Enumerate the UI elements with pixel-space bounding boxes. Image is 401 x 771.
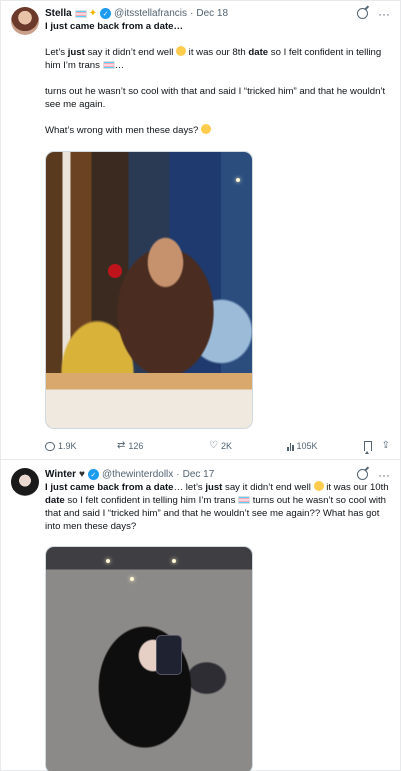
bookmark-icon[interactable] <box>363 441 372 454</box>
tweet-date[interactable]: Dec 17 <box>183 469 215 480</box>
text-run-bold: date <box>248 47 269 58</box>
more-icon[interactable]: ··· <box>378 469 390 481</box>
views-count: 105K <box>296 441 318 451</box>
light-shape <box>172 559 176 563</box>
sweat-smile-emoji-icon <box>176 46 187 56</box>
grok-icon[interactable] <box>357 8 368 19</box>
author-handle[interactable]: @thewinterdollx <box>102 469 173 480</box>
tweet-header: Winter ♥ ✓ @thewinterdollx · Dec 17 ··· <box>45 468 390 481</box>
repost-count: 126 <box>128 441 144 451</box>
text-run-bold: I just came back from a date <box>45 482 174 493</box>
tweet-text: I just came back from a date… let’s just… <box>45 481 390 533</box>
black-heart-icon: ♥ <box>79 469 85 480</box>
repost-button[interactable]: ⇄ 126 <box>117 440 189 452</box>
views-button[interactable]: 105K <box>287 441 347 451</box>
author-name[interactable]: Stella <box>45 8 72 19</box>
grok-icon[interactable] <box>357 469 368 480</box>
text-run: … <box>114 60 125 71</box>
views-icon <box>287 442 294 451</box>
text-run: … let’s <box>173 482 206 493</box>
tweet-photo[interactable] <box>45 546 253 771</box>
author-name[interactable]: Winter <box>45 469 76 480</box>
tweet-actions: 1.9K ⇄ 126 ♡ 2K 105K ⇪ <box>45 439 390 454</box>
separator-dot: · <box>190 8 194 19</box>
heart-icon: ♡ <box>209 440 218 451</box>
share-icon[interactable]: ⇪ <box>382 441 390 451</box>
tweet-header: Stella ✦ ✓ @itsstellafrancis · Dec 18 ··… <box>45 7 390 20</box>
more-icon[interactable]: ··· <box>378 8 390 20</box>
timeline: Stella ✦ ✓ @itsstellafrancis · Dec 18 ··… <box>0 0 401 771</box>
tweet-content: Stella ✦ ✓ @itsstellafrancis · Dec 18 ··… <box>45 7 390 137</box>
rose-shape <box>108 264 122 278</box>
text-run-bold: just <box>67 47 85 58</box>
tweet-headline: I just came back from a date… <box>45 21 184 32</box>
tweet-paragraph: turns out he wasn’t so cool with that an… <box>45 86 386 110</box>
text-run: Let’s <box>45 47 68 58</box>
sweat-smile-emoji-icon <box>313 481 324 491</box>
phone-shape <box>156 635 182 675</box>
tweet-date[interactable]: Dec 18 <box>196 8 228 19</box>
repost-icon: ⇄ <box>117 440 126 451</box>
trans-flag-icon <box>238 496 251 504</box>
reply-count: 1.9K <box>58 441 77 451</box>
text-run: say it didn’t end well <box>222 482 314 493</box>
sparkles-icon: ✦ <box>88 8 98 19</box>
author-handle[interactable]: @itsstellafrancis <box>114 8 187 19</box>
light-shape <box>106 559 110 563</box>
tweet-stella[interactable]: Stella ✦ ✓ @itsstellafrancis · Dec 18 ··… <box>1 1 400 460</box>
text-run: so I felt confident in telling him I’m t… <box>64 495 239 506</box>
text-run: it was our 10th <box>323 482 389 493</box>
avatar[interactable] <box>11 468 39 496</box>
reply-button[interactable]: 1.9K <box>45 441 93 451</box>
verified-badge-icon[interactable]: ✓ <box>100 8 112 19</box>
tweet-winter[interactable]: Winter ♥ ✓ @thewinterdollx · Dec 17 ··· … <box>1 461 400 771</box>
tweet-photo[interactable] <box>45 151 253 429</box>
tweet-paragraph: What’s wrong with men these days? <box>45 125 202 136</box>
light-shape <box>236 178 240 182</box>
sad-face-emoji-icon <box>201 124 212 134</box>
text-run: it was our 8th <box>186 47 249 58</box>
reply-icon <box>45 441 55 451</box>
trans-flag-icon <box>74 9 87 18</box>
tweet-content: Winter ♥ ✓ @thewinterdollx · Dec 17 ··· … <box>45 468 390 533</box>
avatar[interactable] <box>11 7 39 35</box>
verified-badge-icon[interactable]: ✓ <box>87 469 99 480</box>
text-run: say it didn’t end well <box>84 47 177 58</box>
separator-dot: · <box>176 469 180 480</box>
trans-flag-icon <box>102 61 115 69</box>
like-button[interactable]: ♡ 2K <box>209 440 257 452</box>
like-count: 2K <box>220 441 232 451</box>
text-run-bold: just <box>205 482 223 493</box>
light-shape <box>130 577 134 581</box>
tweet-text: I just came back from a date… Let’s just… <box>45 20 390 137</box>
text-run-bold: date <box>45 495 65 506</box>
